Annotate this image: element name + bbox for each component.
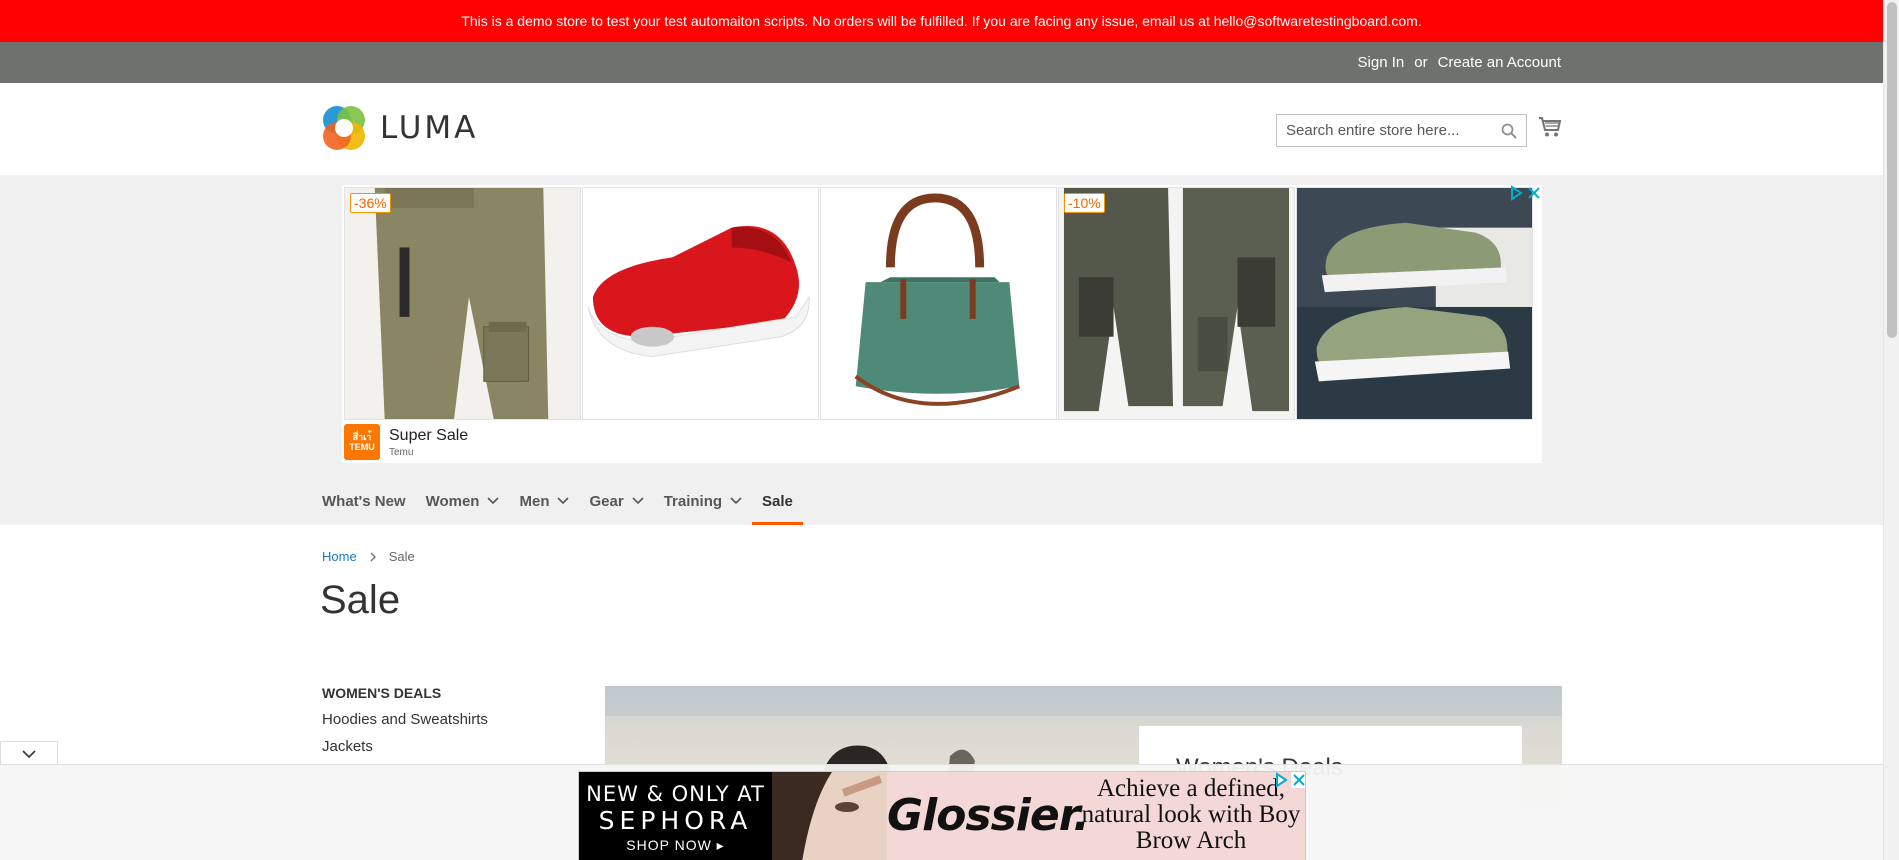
adchoices-icon[interactable] — [1508, 185, 1524, 201]
breadcrumb-home-link[interactable]: Home — [322, 549, 357, 564]
ad-collapse-toggle[interactable] — [0, 741, 58, 766]
sidebar-deals: WOMEN'S DEALS Hoodies and Sweatshirts Ja… — [322, 685, 488, 765]
store-logo[interactable]: LUMA — [322, 105, 478, 151]
ad-product-dark-cargo[interactable]: -10% — [1058, 187, 1295, 420]
nav-label: Men — [519, 492, 550, 510]
create-account-link[interactable]: Create an Account — [1438, 54, 1561, 71]
chevron-down-icon — [487, 497, 500, 505]
sephora-line2: SEPHORA — [598, 806, 753, 835]
demo-notice-text: This is a demo store to test your test a… — [461, 13, 1422, 29]
temu-logo-line1: สึ่าเา้ — [352, 432, 372, 442]
top-ad-area: -36% -10% สึ่าเา้ TEMU Super Sale Temu — [0, 175, 1883, 525]
header-content: LUMA — [0, 83, 1883, 175]
nav-item-training[interactable]: Training — [654, 477, 752, 525]
ad-product-cargo-shorts[interactable]: -36% — [344, 187, 581, 420]
glossier-ad[interactable]: NEW & ONLY AT SEPHORA SHOP NOW ▸ Glossie… — [578, 771, 1306, 860]
chevron-down-icon — [632, 497, 644, 505]
ad-product-red-shoe[interactable] — [582, 187, 819, 420]
search-icon[interactable] — [1501, 123, 1517, 139]
chevron-right-icon — [370, 552, 376, 561]
sephora-shop-now[interactable]: SHOP NOW ▸ — [579, 837, 772, 854]
temu-logo-line2: TEMU — [349, 442, 375, 452]
cargo-shorts-image — [345, 188, 580, 419]
nav-item-whats-new[interactable]: What's New — [322, 477, 416, 525]
dark-cargo-image — [1059, 188, 1294, 419]
header-links: Sign In or Create an Account — [1358, 42, 1561, 83]
temu-ad[interactable]: -36% -10% สึ่าเา้ TEMU Super Sale Temu — [342, 185, 1542, 463]
nav-label: Gear — [589, 492, 624, 510]
sephora-panel: NEW & ONLY AT SEPHORA SHOP NOW ▸ — [579, 772, 772, 860]
sephora-line1: NEW & ONLY AT — [586, 782, 765, 806]
nav-item-women[interactable]: Women — [416, 477, 510, 525]
discount-badge: -10% — [1064, 193, 1105, 213]
ad-choices[interactable] — [1273, 772, 1306, 788]
nav-label: Sale — [762, 492, 793, 510]
or-separator: or — [1414, 54, 1428, 71]
sidebar-link-hoodies[interactable]: Hoodies and Sweatshirts — [322, 711, 488, 728]
demo-notice-banner: This is a demo store to test your test a… — [0, 0, 1883, 42]
handbag-image — [821, 188, 1056, 419]
close-icon[interactable] — [1526, 185, 1542, 201]
discount-badge: -36% — [350, 193, 391, 213]
model-face-image — [772, 772, 887, 860]
ad-product-handbag[interactable] — [820, 187, 1057, 420]
nav-label: What's New — [322, 492, 406, 510]
adchoices-icon[interactable] — [1273, 772, 1289, 788]
nav-item-gear[interactable]: Gear — [579, 477, 653, 525]
close-icon[interactable] — [1291, 772, 1306, 788]
sneakers-image — [1297, 188, 1532, 419]
page-title: Sale — [320, 578, 401, 622]
breadcrumb: Home Sale — [322, 549, 415, 564]
sidebar-heading: WOMEN'S DEALS — [322, 685, 442, 701]
red-shoe-image — [583, 188, 818, 419]
cart-icon[interactable] — [1538, 116, 1562, 138]
ad-tagline: Achieve a defined, natural look with Boy… — [1081, 775, 1301, 854]
sidebar-link-jackets[interactable]: Jackets — [322, 738, 488, 755]
scrollbar-thumb[interactable] — [1887, 2, 1897, 338]
ad-choices[interactable] — [1508, 185, 1542, 201]
logo-text: LUMA — [380, 110, 479, 146]
luma-logo-icon — [323, 106, 365, 150]
temu-logo-icon: สึ่าเา้ TEMU — [344, 424, 380, 460]
chevron-down-icon — [557, 497, 570, 505]
page-scrollbar[interactable] — [1883, 0, 1899, 860]
main-navigation: What's New Women Men Gear Training Sale — [322, 477, 803, 525]
ad-source: Temu — [389, 446, 414, 458]
nav-item-sale[interactable]: Sale — [752, 477, 803, 525]
header-panel: Sign In or Create an Account — [0, 42, 1883, 83]
search-box — [1276, 114, 1527, 147]
nav-item-men[interactable]: Men — [509, 477, 579, 525]
breadcrumb-current: Sale — [388, 549, 415, 564]
bottom-ad-bar: NEW & ONLY AT SEPHORA SHOP NOW ▸ Glossie… — [0, 764, 1883, 860]
sign-in-link[interactable]: Sign In — [1358, 54, 1405, 71]
ad-title[interactable]: Super Sale — [389, 427, 468, 445]
ad-product-sneakers[interactable] — [1296, 187, 1533, 420]
nav-label: Women — [425, 492, 480, 510]
ad-footer: สึ่าเา้ TEMU Super Sale Temu — [344, 423, 468, 461]
chevron-down-icon — [22, 750, 36, 759]
glossier-brand: Glossier. — [887, 790, 1090, 841]
search-input[interactable] — [1277, 115, 1487, 146]
chevron-down-icon — [730, 497, 742, 505]
nav-label: Training — [663, 492, 723, 510]
